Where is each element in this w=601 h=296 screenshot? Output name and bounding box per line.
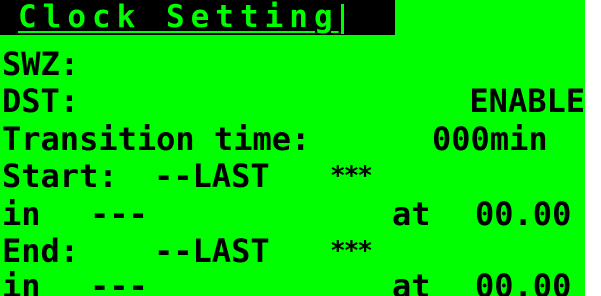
lcd-screen: Clock Setting SWZ: DST: ENABLE Transitio… — [0, 0, 601, 296]
start-week[interactable]: --LAST — [154, 158, 270, 194]
end-at-label: at — [392, 267, 431, 296]
transition-value[interactable]: 000min — [432, 121, 548, 157]
start-day[interactable]: *** — [330, 158, 373, 194]
transition-row[interactable]: Transition time: 000min — [0, 121, 601, 157]
transition-label: Transition time: — [2, 120, 311, 158]
screen-title: Clock Setting — [18, 0, 339, 35]
start-time-row[interactable]: in --- at 00.00 — [0, 196, 601, 232]
start-at-label: at — [392, 195, 431, 233]
end-row[interactable]: End: --LAST *** — [0, 233, 601, 269]
start-month[interactable]: --- — [90, 196, 148, 232]
dst-value[interactable]: ENABLE — [469, 83, 585, 119]
end-week[interactable]: --LAST — [154, 233, 270, 269]
swz-label: SWZ: — [2, 45, 80, 83]
screen-edge — [585, 0, 601, 296]
end-time[interactable]: 00.00 — [475, 268, 571, 296]
dst-row[interactable]: DST: ENABLE — [0, 83, 601, 119]
start-label: Start: — [2, 157, 118, 195]
end-label: End: — [2, 232, 80, 270]
start-row[interactable]: Start: --LAST *** — [0, 158, 601, 194]
end-month-prefix: in — [2, 267, 41, 296]
text-cursor — [340, 3, 344, 34]
end-time-row[interactable]: in --- at 00.00 — [0, 268, 601, 296]
end-day[interactable]: *** — [330, 233, 373, 269]
dst-label: DST: — [2, 82, 80, 120]
swz-row[interactable]: SWZ: — [0, 46, 601, 82]
screen-title-bar: Clock Setting — [0, 0, 395, 35]
end-month[interactable]: --- — [90, 268, 148, 296]
start-month-prefix: in — [2, 195, 41, 233]
start-time[interactable]: 00.00 — [475, 196, 571, 232]
